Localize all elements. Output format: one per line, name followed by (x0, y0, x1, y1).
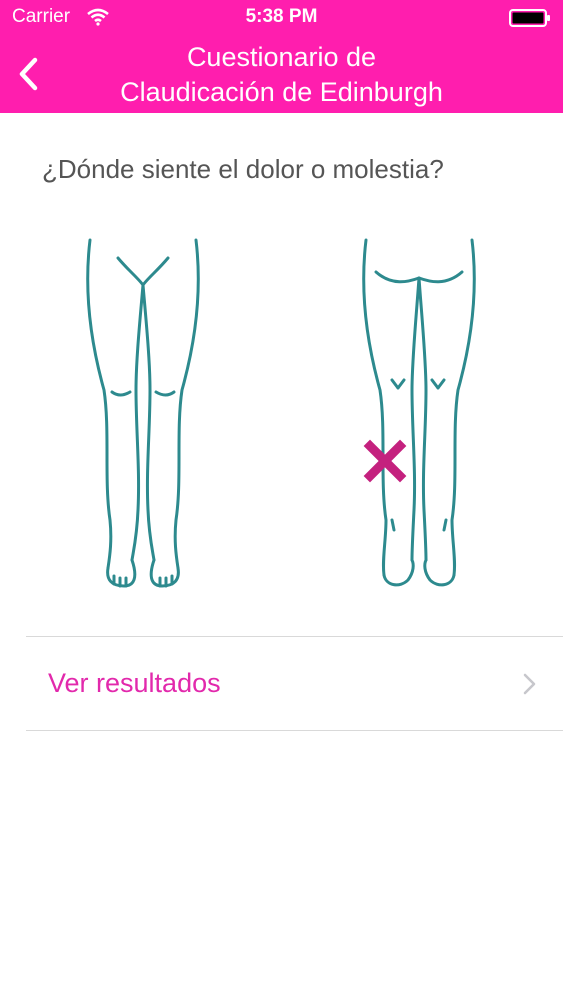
navigation-bar: Cuestionario de Claudicación de Edinburg… (0, 38, 563, 113)
chevron-right-icon (523, 673, 537, 700)
chevron-left-icon (19, 57, 38, 91)
page-title-line-2: Claudicación de Edinburgh (120, 77, 443, 107)
x-mark-icon[interactable] (363, 439, 407, 483)
ver-resultados-row[interactable]: Ver resultados (0, 637, 563, 730)
page-title: Cuestionario de Claudicación de Edinburg… (60, 40, 503, 110)
page-title-line-1: Cuestionario de (186, 42, 377, 72)
status-time: 5:38 PM (245, 6, 318, 27)
battery-icon (509, 9, 551, 32)
question-text: ¿Dónde siente el dolor o molestia? (42, 154, 444, 184)
legs-front[interactable] (86, 238, 200, 588)
header: Carrier 5:38 PM Cuestionario de Claudica… (0, 0, 563, 113)
legs-diagram (0, 230, 563, 600)
status-bar: Carrier 5:38 PM (0, 0, 563, 36)
back-button[interactable] (8, 52, 48, 96)
ver-resultados-label: Ver resultados (48, 668, 221, 698)
divider-bottom (26, 730, 563, 731)
legs-back[interactable] (362, 238, 476, 587)
